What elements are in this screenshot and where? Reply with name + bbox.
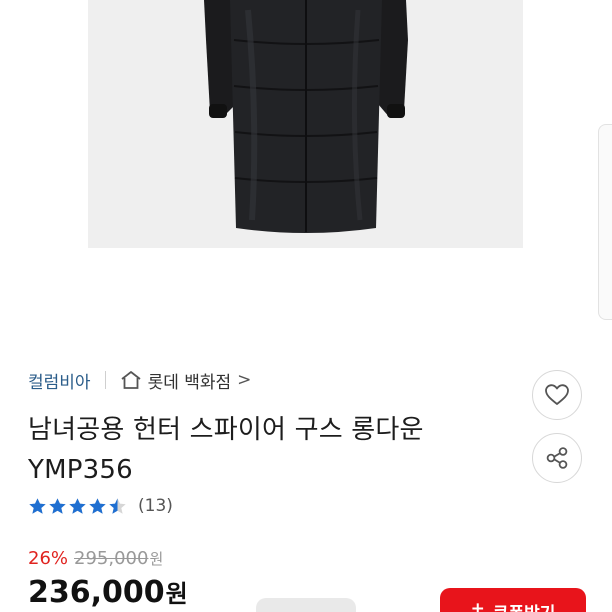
star-icon <box>89 497 106 514</box>
brand-link[interactable]: 컬럼비아 <box>28 368 91 393</box>
share-button[interactable] <box>532 433 582 483</box>
share-icon <box>546 447 568 469</box>
star-icon <box>29 497 46 514</box>
secondary-button[interactable] <box>256 598 356 612</box>
star-rating <box>28 497 128 516</box>
coupon-label: 쿠폰받기 <box>493 599 556 612</box>
product-photo[interactable] <box>88 0 523 248</box>
brand-divider <box>104 371 106 389</box>
review-count[interactable]: (13) <box>138 496 173 516</box>
star-icon <box>109 497 126 514</box>
store-link[interactable]: 롯데 백화점 > <box>120 368 252 393</box>
brand-row: 컬럼비아 롯데 백화점 > <box>28 366 251 394</box>
sale-price: 236,000 <box>28 575 165 610</box>
chevron-right-icon: > <box>237 370 252 390</box>
product-title-line1: 남녀공용 헌터 스파이어 구스 롱다운 <box>28 415 424 445</box>
discount-rate: 26% <box>28 548 69 569</box>
like-button[interactable] <box>532 370 582 420</box>
sale-price-unit: 원 <box>165 580 188 608</box>
side-scroll-tab[interactable] <box>598 124 612 320</box>
plus-icon: + <box>470 599 485 612</box>
original-price: 295,000 <box>74 548 149 569</box>
price-row: 236,000 원 <box>28 574 188 610</box>
store-icon <box>121 371 141 389</box>
rating-row[interactable]: (13) <box>28 494 173 518</box>
product-image-area <box>0 0 612 300</box>
heart-icon <box>545 384 569 405</box>
product-title: 남녀공용 헌터 스파이어 구스 롱다운 YMP356 <box>28 410 498 490</box>
star-icon <box>49 497 66 514</box>
product-title-line2: YMP356 <box>28 455 133 485</box>
star-icon <box>69 497 86 514</box>
original-price-unit: 원 <box>149 550 164 568</box>
discount-row: 26% 295,000 원 <box>28 548 163 569</box>
store-name: 롯데 백화점 <box>147 372 232 393</box>
coupon-button[interactable]: + 쿠폰받기 <box>440 588 586 612</box>
coat-illustration <box>88 0 523 248</box>
